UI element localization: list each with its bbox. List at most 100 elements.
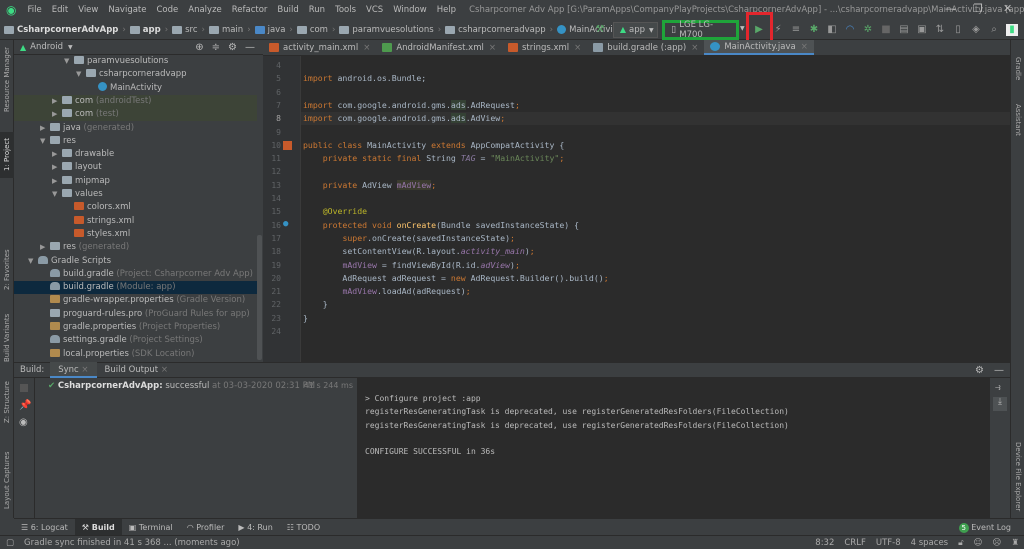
editor-tab[interactable]: MainActivity.java × xyxy=(704,40,814,55)
code-line[interactable]: super.onCreate(savedInstanceState); xyxy=(303,232,515,245)
smile-feedback-icon[interactable]: ☺ xyxy=(969,538,988,548)
chevron-down-icon[interactable]: ▼ xyxy=(68,44,73,51)
tree-item[interactable]: ▶ com (androidTest) xyxy=(14,94,257,109)
code-line[interactable]: private static final String TAG = "MainA… xyxy=(303,152,565,165)
code-line[interactable]: public class MainActivity extends AppCom… xyxy=(303,139,564,152)
tool-tab-assistant[interactable]: Assistant xyxy=(1011,98,1024,142)
tree-item[interactable]: ▶ res (generated) xyxy=(14,241,257,254)
tree-item[interactable]: ▼ values xyxy=(14,188,257,201)
menu-tools[interactable]: Tools xyxy=(330,5,361,15)
breadcrumb-item[interactable]: com › xyxy=(293,25,335,35)
tab-build-output[interactable]: Build Output × xyxy=(97,362,176,378)
breadcrumb-item[interactable]: csharpcorneradvapp › xyxy=(441,25,553,35)
filter-icon[interactable]: ◉ xyxy=(19,417,34,428)
code-line[interactable]: import com.google.android.gms.ads.AdRequ… xyxy=(303,99,520,112)
hide-panel-icon[interactable]: — xyxy=(994,365,1004,376)
tree-item[interactable]: gradle.properties (Project Properties) xyxy=(14,321,257,334)
menu-edit[interactable]: Edit xyxy=(47,5,73,15)
tool-tab-logcat[interactable]: ☰ 6: Logcat xyxy=(14,519,75,536)
tree-item[interactable]: ▶ layout xyxy=(14,161,257,174)
tab-sync[interactable]: Sync × xyxy=(50,362,97,378)
close-icon[interactable]: × xyxy=(691,43,698,53)
tool-tab-build[interactable]: ⚒ Build xyxy=(74,518,122,536)
scroll-to-end-icon[interactable]: ⤓ xyxy=(993,397,1007,411)
account-icon[interactable]: ▮ xyxy=(1006,24,1018,36)
gear-icon[interactable]: ⚙ xyxy=(228,42,237,53)
profile-icon[interactable]: ◠ xyxy=(844,24,856,36)
menu-navigate[interactable]: Navigate xyxy=(103,5,151,15)
debug-icon[interactable]: ✱ xyxy=(808,24,820,36)
code-line[interactable]: mAdView = findViewById(R.id.adView); xyxy=(303,259,519,272)
collapse-arrow-icon[interactable]: ▶ xyxy=(52,148,62,161)
code-line[interactable]: } xyxy=(303,312,308,325)
tool-tab-favorites[interactable]: 2: Favorites xyxy=(0,245,14,295)
tree-item[interactable]: ▼ csharpcorneradvapp xyxy=(14,68,257,81)
breadcrumb-item[interactable]: CsharpcornerAdvApp › xyxy=(0,25,126,35)
hide-panel-icon[interactable]: — xyxy=(245,42,255,53)
lock-icon[interactable]: 🔓︎ xyxy=(953,538,969,548)
run-button[interactable]: ▶ xyxy=(753,22,765,38)
project-scrollbar[interactable] xyxy=(257,235,262,360)
layout-inspector-icon[interactable]: ◈ xyxy=(970,24,982,36)
menu-analyze[interactable]: Analyze xyxy=(183,5,227,15)
apply-code-changes-icon[interactable]: ≡ xyxy=(790,24,802,36)
sync-result-row[interactable]: ✔ CsharpcornerAdvApp: successful at 03-0… xyxy=(48,381,315,391)
override-marker-icon[interactable]: ● xyxy=(283,219,288,229)
code-line[interactable]: mAdView.loadAd(adRequest); xyxy=(303,285,470,298)
avd-manager-icon[interactable]: ▣ xyxy=(916,24,928,36)
tool-tab-project[interactable]: 1: Project xyxy=(0,132,14,178)
tree-item[interactable]: local.properties (SDK Location) xyxy=(14,348,257,361)
menu-view[interactable]: View xyxy=(73,5,103,15)
tool-tab-run[interactable]: ▶ 4: Run xyxy=(231,519,279,536)
code-line[interactable]: @Override xyxy=(303,205,367,218)
tree-item[interactable]: settings.gradle (Project Settings) xyxy=(14,334,257,347)
menu-code[interactable]: Code xyxy=(152,5,184,15)
collapse-all-icon[interactable]: ≑ xyxy=(212,42,220,53)
sync-project-icon[interactable]: ▤ xyxy=(898,24,910,36)
status-panel-icon[interactable]: ▢ xyxy=(0,538,19,548)
tree-item[interactable]: MainActivity xyxy=(14,81,257,95)
collapse-arrow-icon[interactable]: ▶ xyxy=(52,175,62,188)
breadcrumb-item[interactable]: app › xyxy=(126,25,168,35)
close-icon[interactable]: × xyxy=(801,42,808,52)
tree-item[interactable]: ▶ drawable xyxy=(14,148,257,161)
tree-item[interactable]: ▶ com (test) xyxy=(14,108,257,122)
inspector-icon[interactable]: ♜ xyxy=(1006,538,1024,548)
restore-button[interactable]: ❐ xyxy=(973,2,983,15)
run-config-select[interactable]: ▲ app ▼ xyxy=(613,22,658,38)
menu-run[interactable]: Run xyxy=(304,5,330,15)
close-window-button[interactable]: ✕ xyxy=(1003,2,1012,15)
menu-window[interactable]: Window xyxy=(388,5,432,15)
collapse-arrow-icon[interactable]: ▶ xyxy=(52,95,62,108)
layout-file-marker-icon[interactable] xyxy=(283,140,292,150)
editor-tab[interactable]: build.gradle (:app) × xyxy=(587,40,704,55)
soft-wrap-icon[interactable]: ⥽ xyxy=(995,382,1010,393)
tool-tab-todo[interactable]: ☷ TODO xyxy=(280,519,327,536)
tree-item[interactable]: colors.xml xyxy=(14,201,257,214)
menu-vcs[interactable]: VCS xyxy=(361,5,388,15)
collapse-arrow-icon[interactable]: ▶ xyxy=(52,108,62,121)
expand-arrow-icon[interactable]: ▼ xyxy=(52,188,62,201)
project-view-select[interactable]: Android xyxy=(30,42,63,52)
editor-tab[interactable]: activity_main.xml × xyxy=(263,40,376,55)
device-select[interactable]: ▯ LGE LG-M700 xyxy=(662,20,739,40)
tree-item[interactable]: styles.xml xyxy=(14,228,257,241)
sdk-manager-icon[interactable]: ⇅ xyxy=(934,24,946,36)
attach-process-icon[interactable]: ✲ xyxy=(862,24,874,36)
minimize-button[interactable]: — xyxy=(945,2,956,15)
code-line[interactable]: import com.google.android.gms.ads.AdView… xyxy=(303,112,505,125)
code-line[interactable]: import android.os.Bundle; xyxy=(303,72,426,85)
code-line[interactable]: setContentView(R.layout.activity_main); xyxy=(303,245,534,258)
status-message[interactable]: Gradle sync finished in 41 s 368 ... (mo… xyxy=(19,538,245,548)
tool-tab-profiler[interactable]: ◠ Profiler xyxy=(180,519,232,536)
expand-arrow-icon[interactable]: ▼ xyxy=(28,255,38,268)
editor-tab[interactable]: strings.xml × xyxy=(502,40,587,55)
close-icon[interactable]: × xyxy=(81,365,88,375)
build-console[interactable]: > Configure project :app registerResGener… xyxy=(357,378,990,518)
apply-changes-icon[interactable]: ⚡ xyxy=(772,24,784,36)
code-line[interactable]: protected void onCreate(Bundle savedInst… xyxy=(303,219,579,232)
breadcrumb-item[interactable]: paramvuesolutions › xyxy=(335,25,441,35)
tree-item[interactable]: build.gradle (Project: Csharpcorner Adv … xyxy=(14,268,257,281)
device-manager-icon[interactable]: ▯ xyxy=(952,24,964,36)
code-line[interactable]: AdRequest adRequest = new AdRequest.Buil… xyxy=(303,272,608,285)
